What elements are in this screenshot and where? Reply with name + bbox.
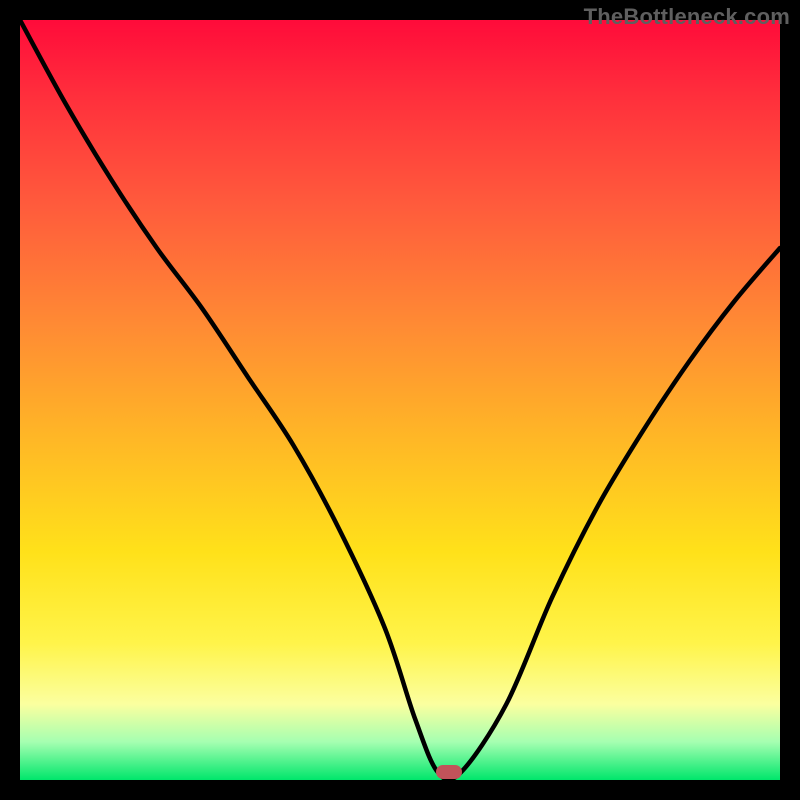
- bottleneck-curve: [20, 20, 780, 780]
- watermark-label: TheBottleneck.com: [584, 4, 790, 30]
- chart-frame: TheBottleneck.com: [0, 0, 800, 800]
- optimal-marker: [436, 765, 462, 779]
- plot-area: [20, 20, 780, 780]
